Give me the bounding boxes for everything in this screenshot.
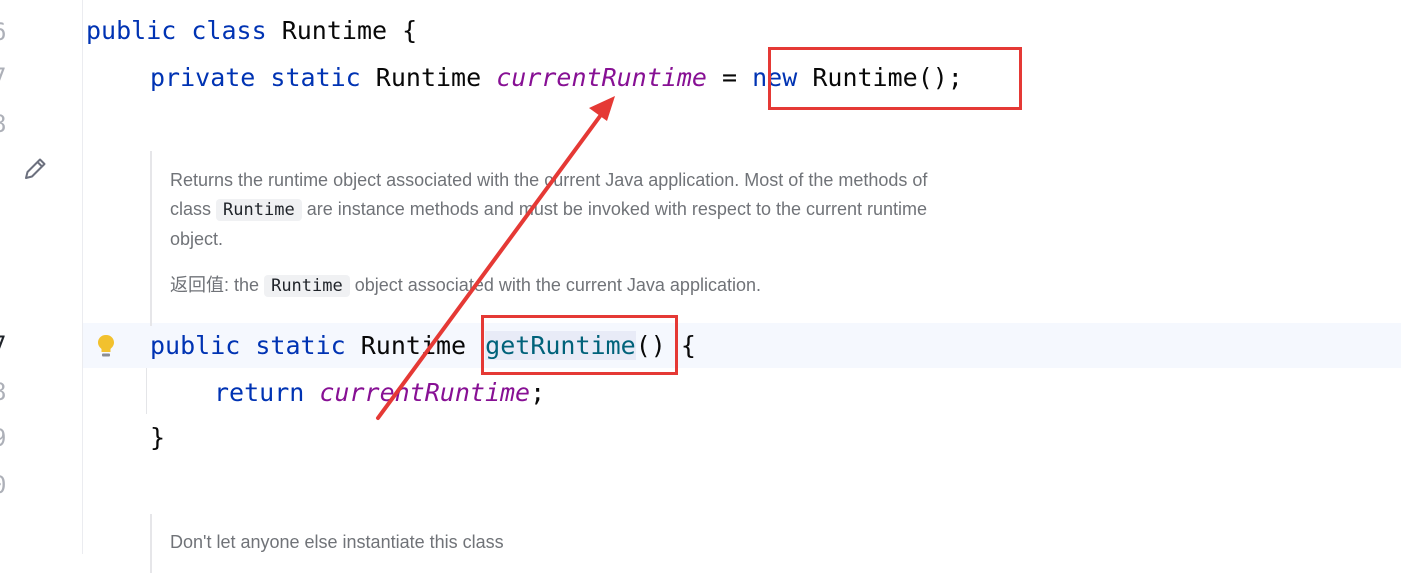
annotation-arrow [376, 96, 615, 420]
